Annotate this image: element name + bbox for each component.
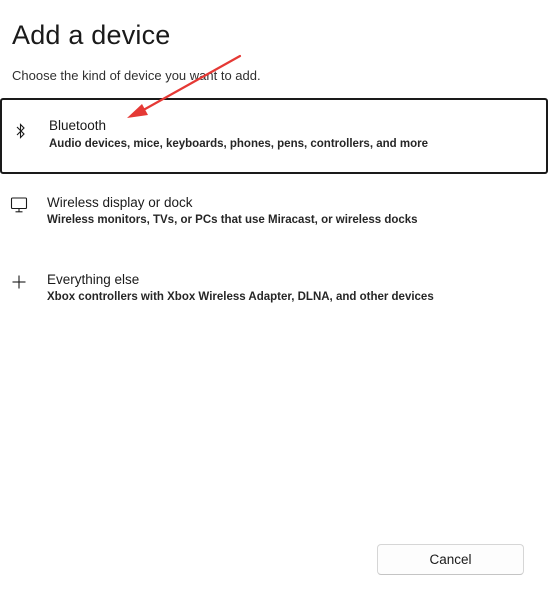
option-everything-else[interactable]: Everything else Xbox controllers with Xb… bbox=[0, 254, 548, 330]
cancel-button[interactable]: Cancel bbox=[377, 544, 524, 575]
dialog-title: Add a device bbox=[12, 20, 171, 50]
option-title: Wireless display or dock bbox=[47, 195, 193, 210]
option-description: Xbox controllers with Xbox Wireless Adap… bbox=[47, 291, 434, 303]
bluetooth-icon bbox=[12, 122, 30, 140]
option-bluetooth[interactable]: Bluetooth Audio devices, mice, keyboards… bbox=[0, 98, 548, 174]
option-description: Wireless monitors, TVs, or PCs that use … bbox=[47, 214, 418, 226]
option-title: Everything else bbox=[47, 272, 140, 287]
option-title: Bluetooth bbox=[49, 118, 107, 133]
dialog-subtitle: Choose the kind of device you want to ad… bbox=[12, 68, 261, 83]
option-description: Audio devices, mice, keyboards, phones, … bbox=[49, 138, 428, 150]
add-device-dialog: Add a device Choose the kind of device y… bbox=[0, 0, 548, 599]
monitor-icon bbox=[10, 196, 28, 214]
plus-icon bbox=[10, 273, 28, 291]
option-wireless-display[interactable]: Wireless display or dock Wireless monito… bbox=[0, 177, 548, 253]
